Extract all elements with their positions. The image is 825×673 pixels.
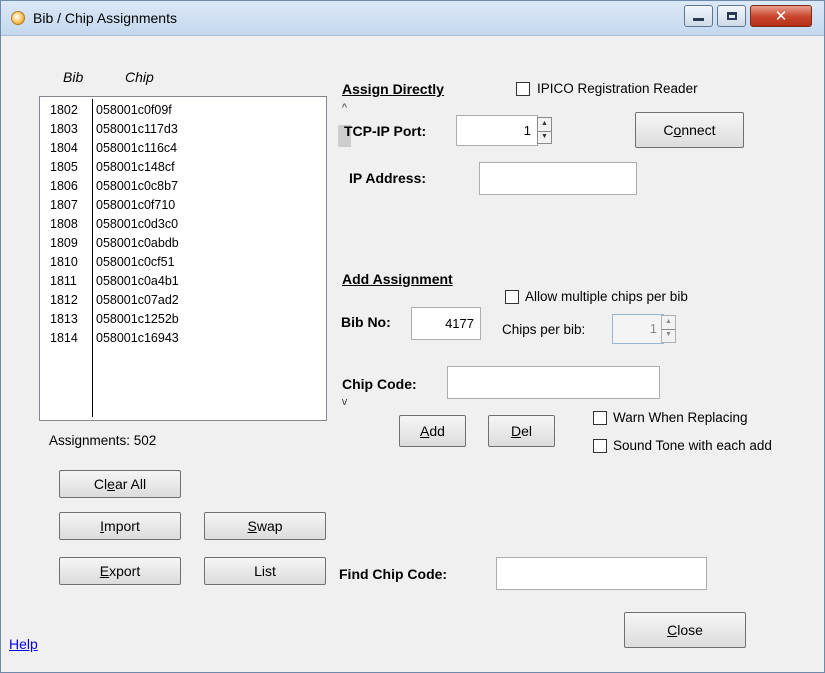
chips-per-bib-input[interactable]: 1 <box>612 314 664 344</box>
allow-multiple-chips-label: Allow multiple chips per bib <box>525 289 688 304</box>
bib-cell: 1805 <box>50 160 78 174</box>
warn-replacing-label: Warn When Replacing <box>613 410 748 425</box>
bib-no-input[interactable]: 4177 <box>411 307 481 340</box>
export-label-a: E <box>99 563 110 579</box>
spin-up-icon[interactable]: ▲ <box>538 118 551 132</box>
bib-cell: 1811 <box>50 274 77 288</box>
import-button[interactable]: Import <box>59 512 181 540</box>
del-label-b: el <box>521 423 533 439</box>
bib-cell: 1803 <box>50 122 78 136</box>
clear-all-button[interactable]: Clear All <box>59 470 181 498</box>
bib-cell: 1808 <box>50 217 78 231</box>
sound-tone-checkbox[interactable] <box>593 439 607 453</box>
spin-down-icon[interactable]: ▼ <box>538 131 551 144</box>
ip-address-label: IP Address: <box>349 170 427 186</box>
bib-column-header: Bib <box>63 69 84 85</box>
bib-no-label: Bib No: <box>341 314 391 330</box>
chip-cell: 058001c148cf <box>96 160 175 174</box>
chip-cell: 058001c0abdb <box>96 236 179 250</box>
connect-button[interactable]: Connect <box>635 112 744 148</box>
export-label-b: xport <box>109 563 141 579</box>
chip-column-header: Chip <box>125 69 154 85</box>
chip-cell: 058001c0f710 <box>96 198 176 212</box>
help-link[interactable]: Help <box>9 636 38 652</box>
connect-label-a: C <box>663 122 674 138</box>
bib-cell: 1806 <box>50 179 78 193</box>
maximize-icon <box>726 12 737 20</box>
chip-cell: 058001c07ad2 <box>96 293 179 307</box>
chip-cell: 058001c0d3c0 <box>96 217 179 231</box>
bib-chip-assignments-window: Bib / Chip Assignments ✕ Bib Chip 1802 05… <box>0 0 825 673</box>
ip-address-input[interactable] <box>479 162 637 195</box>
tcp-port-label: TCP-IP Port: <box>344 123 427 139</box>
find-chip-code-label: Find Chip Code: <box>339 566 448 582</box>
del-label-a: D <box>510 423 522 439</box>
chips-per-bib-label: Chips per bib: <box>502 322 586 337</box>
clear-all-label-a: Cl <box>93 476 108 492</box>
maximize-button[interactable] <box>717 5 746 27</box>
close-window-button[interactable]: ✕ <box>750 5 812 27</box>
list-button[interactable]: List <box>204 557 326 585</box>
column-divider <box>92 99 93 417</box>
chip-cell: 058001c0f09f <box>96 103 172 117</box>
sound-tone-label: Sound Tone with each add <box>613 438 772 453</box>
title-bar[interactable]: Bib / Chip Assignments ✕ <box>1 1 824 36</box>
swap-button[interactable]: Swap <box>204 512 326 540</box>
scroll-up-arrow[interactable]: ^ <box>336 100 353 117</box>
bib-cell: 1804 <box>50 141 78 155</box>
export-button[interactable]: Export <box>59 557 181 585</box>
close-icon: ✕ <box>774 7 788 25</box>
close-button[interactable]: Close <box>624 612 746 648</box>
chip-code-label: Chip Code: <box>342 376 417 392</box>
clear-all-label-c: ar All <box>114 476 147 492</box>
clear-all-label-b: e <box>107 476 115 492</box>
scroll-down-arrow[interactable]: v <box>336 394 353 411</box>
bib-cell: 1810 <box>50 255 78 269</box>
ipico-reader-label: IPICO Registration Reader <box>537 81 698 96</box>
list-scrollbar[interactable]: ^ v <box>336 98 353 419</box>
bib-cell: 1812 <box>50 293 78 307</box>
app-icon <box>11 11 25 25</box>
tcp-port-spinner[interactable]: ▲ ▼ <box>537 117 552 144</box>
add-label-a: A <box>420 423 430 439</box>
assignments-count: Assignments: 502 <box>49 433 157 448</box>
chip-code-input[interactable] <box>447 366 660 399</box>
bib-cell: 1807 <box>50 198 78 212</box>
bib-cell: 1809 <box>50 236 78 250</box>
bib-cell: 1802 <box>50 103 78 117</box>
chips-per-bib-spinner[interactable]: ▲ ▼ <box>661 315 676 343</box>
bib-cell: 1814 <box>50 331 78 345</box>
bib-cell: 1813 <box>50 312 78 326</box>
import-label-b: mport <box>104 518 140 534</box>
chip-cell: 058001c0a4b1 <box>96 274 179 288</box>
find-chip-code-input[interactable] <box>496 557 707 590</box>
del-button[interactable]: Del <box>488 415 555 447</box>
add-assignment-title: Add Assignment <box>342 271 453 287</box>
minimize-button[interactable] <box>684 5 713 27</box>
close-label-b: lose <box>677 622 703 638</box>
chip-cell: 058001c116c4 <box>96 141 178 155</box>
spin-up-icon[interactable]: ▲ <box>662 316 675 330</box>
close-label-a: C <box>667 622 678 638</box>
chip-cell: 058001c1252b <box>96 312 179 326</box>
assign-directly-title: Assign Directly <box>342 81 444 97</box>
chip-cell: 058001c0cf51 <box>96 255 175 269</box>
ipico-reader-checkbox[interactable] <box>516 82 530 96</box>
chip-cell: 058001c117d3 <box>96 122 178 136</box>
swap-label-a: S <box>247 518 257 534</box>
chip-cell: 058001c0c8b7 <box>96 179 179 193</box>
window-title: Bib / Chip Assignments <box>33 10 177 26</box>
add-label-b: dd <box>429 423 445 439</box>
assignment-list[interactable]: 1802 058001c0f09f 1803 058001c117d3 1804 0580… <box>39 96 353 421</box>
chip-cell: 058001c16943 <box>96 331 179 345</box>
tcp-port-input[interactable]: 1 <box>456 115 538 146</box>
add-button[interactable]: Add <box>399 415 466 447</box>
connect-label-c: nnect <box>681 122 716 138</box>
spin-down-icon[interactable]: ▼ <box>662 329 675 342</box>
allow-multiple-chips-checkbox[interactable] <box>505 290 519 304</box>
warn-replacing-checkbox[interactable] <box>593 411 607 425</box>
minimize-icon <box>693 17 704 21</box>
swap-label-b: wap <box>256 518 283 534</box>
